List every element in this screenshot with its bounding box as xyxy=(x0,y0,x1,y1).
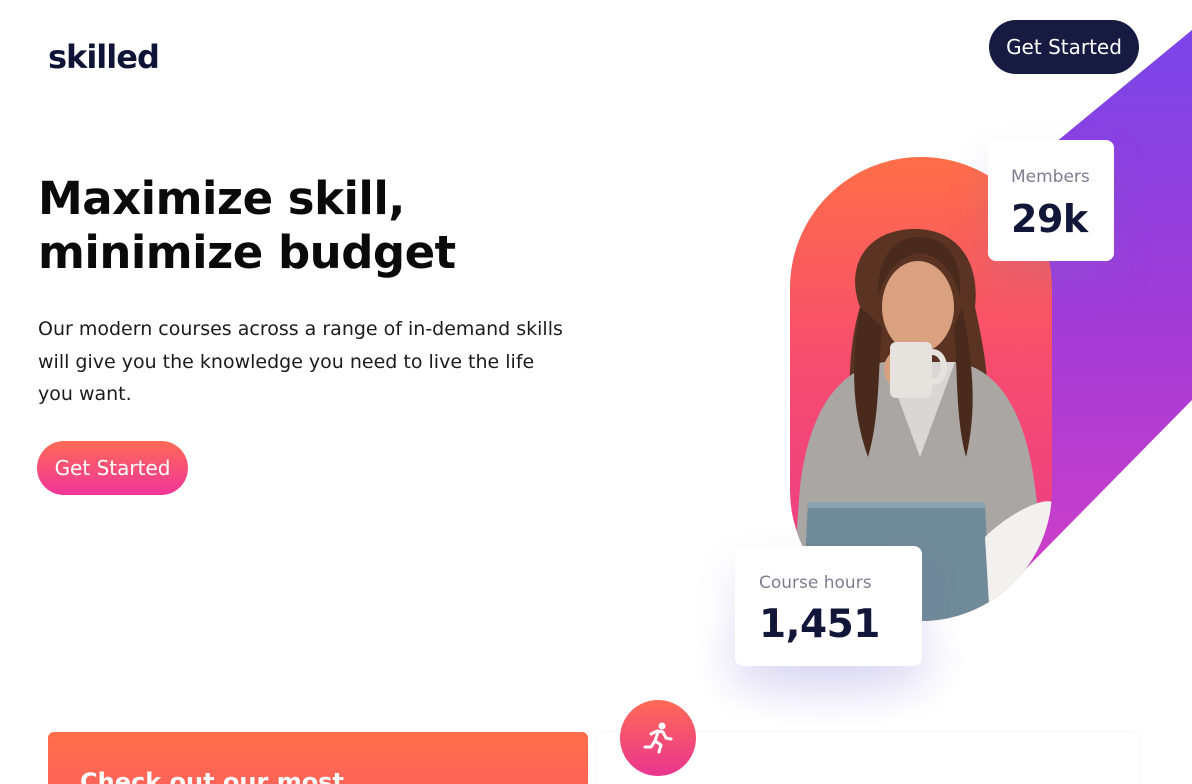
course-hours-value: 1,451 xyxy=(759,602,880,647)
hero-title-line-1: Maximize skill, xyxy=(38,172,405,225)
header-get-started-button[interactable]: Get Started xyxy=(989,20,1139,74)
logo[interactable]: skilled xyxy=(48,38,160,76)
courses-card: Check out our most xyxy=(48,732,588,784)
running-person-icon xyxy=(643,722,673,754)
course-hours-label: Course hours xyxy=(759,573,872,593)
members-label: Members xyxy=(1011,167,1090,187)
running-person-badge xyxy=(620,700,696,776)
courses-card-title: Check out our most xyxy=(80,768,344,784)
hero-title: Maximize skill, minimize budget xyxy=(38,172,598,280)
hero-title-line-2: minimize budget xyxy=(38,226,456,279)
members-stat-card: Members 29k xyxy=(988,140,1114,261)
landing-page: skilled Get Started Maximize skill, mini… xyxy=(0,0,1192,784)
hero-get-started-button[interactable]: Get Started xyxy=(37,441,188,495)
members-value: 29k xyxy=(1011,197,1088,241)
course-hours-stat-card: Course hours 1,451 xyxy=(735,546,922,666)
hero-description: Our modern courses across a range of in-… xyxy=(38,318,563,405)
